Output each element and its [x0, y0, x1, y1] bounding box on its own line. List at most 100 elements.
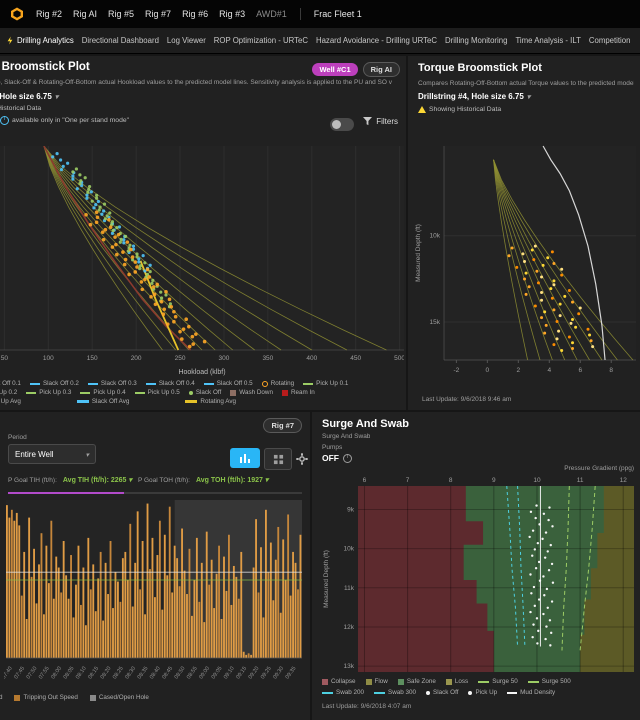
legend-swab-300[interactable]: Swab 300 — [374, 689, 416, 696]
nav-hazard-avoidance-drilling-urtec[interactable]: Hazard Avoidance - Drilling URTeC — [316, 36, 437, 45]
info-icon[interactable] — [343, 453, 352, 463]
legend-marker — [468, 690, 473, 695]
nav-label: Drilling Analytics — [17, 36, 74, 45]
legend-slack-off-0-2[interactable]: Slack Off 0.2 — [29, 380, 79, 387]
surge-subtitle: Surge And Swab — [322, 433, 371, 440]
legend-slack-off-avg[interactable]: Slack Off Avg — [76, 398, 129, 405]
legend-surge-50[interactable]: Surge 50 — [478, 678, 518, 685]
nav-time-analysis-ilt[interactable]: Time Analysis - ILT — [515, 36, 580, 45]
torque-subtitle: Compares Rotating-Off-Bottom actual Torq… — [418, 80, 634, 87]
legend-tripping-in-speed[interactable]: Tripping In Speed — [0, 694, 2, 701]
legend-label: Tripping Out Speed — [23, 694, 78, 701]
tab-rig-ai[interactable]: Rig AI — [73, 9, 97, 19]
nav-label: Hazard Avoidance - Drilling URTeC — [315, 36, 438, 45]
well-badge[interactable]: Well #C1 — [312, 63, 358, 76]
legend-surge-500[interactable]: Surge 500 — [527, 678, 571, 685]
svg-text:13k: 13k — [344, 663, 355, 670]
info-icon — [0, 116, 9, 125]
hookload-drillstring-select[interactable]: Drillstring #4, Hole size 6.75 — [0, 92, 58, 101]
legend-slack-off[interactable]: Slack Off — [188, 389, 221, 396]
svg-text:6: 6 — [363, 477, 367, 484]
main-nav: Drilling Analytics Directional Dashboard L… — [0, 28, 640, 54]
tab-rig-5[interactable]: Rig #5 — [108, 9, 134, 19]
nav-directional-dashboard[interactable]: Directional Dashboard — [82, 36, 159, 45]
svg-text:450: 450 — [350, 355, 361, 362]
nav-competition[interactable]: Competition — [589, 36, 631, 45]
legend-pick-up-0-1[interactable]: Pick Up 0.1 — [303, 380, 348, 387]
avg-toh-value[interactable]: Avg TOH (ft/h): 1927 — [196, 476, 268, 484]
rig-badge[interactable]: Rig AI — [362, 62, 400, 77]
tab-frac-fleet-1[interactable]: Frac Fleet 1 — [314, 9, 362, 19]
legend-pick-up-0-3[interactable]: Pick Up 0.3 — [26, 389, 71, 396]
svg-text:09:10: 09:10 — [223, 666, 236, 681]
legend-marker — [478, 680, 490, 683]
tab-rig-7[interactable]: Rig #7 — [145, 9, 171, 19]
legend-pick-up-0-5[interactable]: Pick Up 0.5 — [134, 389, 180, 396]
svg-text:8: 8 — [449, 477, 453, 484]
legend-marker — [365, 678, 372, 685]
tab-rig-2[interactable]: Rig #2 — [36, 9, 62, 19]
filters-button[interactable]: Filters — [363, 117, 398, 126]
legend-label: Safe Zone — [406, 678, 436, 685]
lightning-icon — [7, 36, 13, 45]
settings-button[interactable] — [296, 452, 308, 470]
surge-legend-row-1: Collapse Flow Safe Zone Loss Surge 50 Surge 5… — [322, 678, 571, 685]
period-label: Period — [8, 434, 27, 441]
nav-log-viewer[interactable]: Log Viewer — [167, 36, 206, 45]
legend-tripping-out-speed[interactable]: Tripping Out Speed — [14, 694, 78, 701]
svg-text:08:40: 08:40 — [149, 666, 162, 681]
legend-rotating-avg[interactable]: Rotating Avg — [185, 398, 236, 405]
avg-tih-value[interactable]: Avg TIH (ft/h): 2265 — [63, 476, 132, 484]
app-logo-icon[interactable] — [10, 7, 24, 21]
svg-text:07:55: 07:55 — [38, 666, 51, 681]
legend-pick-up[interactable]: Pick Up — [468, 689, 497, 696]
svg-text:12k: 12k — [344, 624, 355, 631]
legend-collapse[interactable]: Collapse — [322, 678, 356, 685]
svg-text:150: 150 — [87, 355, 98, 362]
legend-pick-up-avg[interactable]: Pick Up Avg — [0, 398, 21, 405]
nav-label: ROP Optimization - URTeC — [213, 36, 308, 45]
nav-drilling-monitoring[interactable]: Drilling Monitoring — [445, 36, 507, 45]
legend-label: Collapse — [331, 678, 356, 685]
legend-mud-density[interactable]: Mud Density — [507, 689, 555, 696]
svg-text:350: 350 — [262, 355, 273, 362]
rig7-badge[interactable]: Rig #7 — [263, 418, 302, 433]
legend-wash-down[interactable]: Wash Down — [230, 389, 273, 396]
legend-slack-off-0-3[interactable]: Slack Off 0.3 — [87, 380, 137, 387]
goal-toh-label: P Goal TOH (ft/h): — [137, 476, 190, 484]
svg-text:11: 11 — [577, 477, 584, 484]
legend-rotating[interactable]: Rotating — [261, 380, 294, 387]
legend-pick-up-0-2[interactable]: Pick Up 0.2 — [0, 389, 17, 396]
legend-slack-off[interactable]: Slack Off — [426, 689, 458, 696]
period-select[interactable]: Entire Well — [8, 444, 96, 464]
nav-label: Drilling Monitoring — [445, 36, 508, 45]
legend-cased-open-hole[interactable]: Cased/Open Hole — [89, 694, 149, 701]
legend-slack-off-0-5[interactable]: Slack Off 0.5 — [203, 380, 253, 387]
svg-text:500: 500 — [394, 355, 404, 362]
legend-ream-in[interactable]: Ream In — [281, 389, 315, 396]
legend-slack-off-0-1[interactable]: Slack Off 0.1 — [0, 380, 21, 387]
nav-rop-optimization-urtec[interactable]: ROP Optimization - URTeC — [214, 36, 308, 45]
nav-drilling-analytics[interactable]: Drilling Analytics — [6, 36, 74, 45]
legend-loss[interactable]: Loss — [445, 678, 469, 685]
legend-label: Surge 500 — [541, 678, 571, 685]
hookload-legend-row-2: Pick Up 0.2 Pick Up 0.3 Pick Up 0.4 Pick Up… — [0, 389, 315, 396]
tab-rig-6[interactable]: Rig #6 — [182, 9, 208, 19]
historical-toggle[interactable] — [330, 118, 354, 131]
chart-view-button[interactable] — [230, 448, 260, 468]
legend-swab-200[interactable]: Swab 200 — [322, 689, 364, 696]
legend-label: Swab 300 — [388, 689, 417, 696]
grid-view-button[interactable] — [264, 448, 292, 470]
svg-text:Measured Depth (ft): Measured Depth (ft) — [323, 550, 330, 608]
legend-safe-zone[interactable]: Safe Zone — [397, 678, 436, 685]
svg-text:4: 4 — [547, 367, 551, 374]
legend-slack-off-0-4[interactable]: Slack Off 0.4 — [145, 380, 195, 387]
legend-pick-up-0-4[interactable]: Pick Up 0.4 — [80, 389, 126, 396]
tab-awd-1[interactable]: AWD#1 — [256, 9, 287, 19]
hookload-historical-status: Showing Historical Data — [0, 105, 42, 112]
warning-icon — [418, 106, 426, 113]
torque-drillstring-select[interactable]: Drillstring #4, Hole size 6.75 — [418, 92, 530, 101]
legend-label: Loss — [454, 678, 469, 685]
legend-flow[interactable]: Flow — [365, 678, 388, 685]
tab-rig-3[interactable]: Rig #3 — [219, 9, 245, 19]
